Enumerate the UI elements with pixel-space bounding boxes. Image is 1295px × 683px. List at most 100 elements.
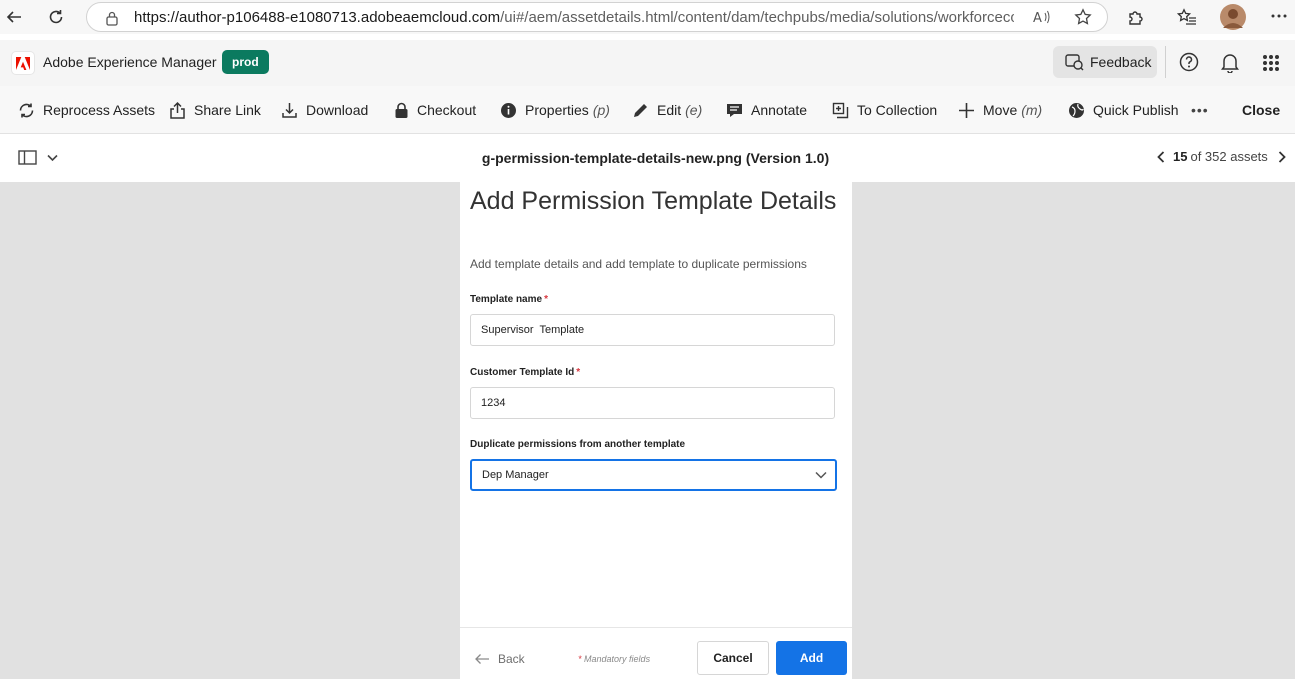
share-link-label: Share Link [194, 102, 261, 118]
browser-refresh-button[interactable] [42, 3, 70, 31]
info-icon [500, 102, 517, 119]
preview-image: Add Permission Template Details Add temp… [460, 182, 852, 679]
template-name-field: Supervisor Template [470, 314, 835, 346]
move-button[interactable]: Move (m) [958, 86, 1042, 134]
extensions-icon[interactable] [1127, 8, 1145, 26]
annotate-label: Annotate [751, 102, 808, 118]
download-icon [281, 101, 298, 119]
back-arrow-icon [5, 8, 23, 26]
lock-icon [394, 102, 409, 119]
quick-publish-button[interactable]: Quick Publish [1068, 86, 1179, 134]
required-marker: * [544, 294, 548, 305]
help-icon[interactable] [1179, 52, 1199, 72]
to-collection-button[interactable]: To Collection [832, 86, 937, 134]
duplicate-permissions-select: Dep Manager [470, 459, 837, 491]
customer-template-id-label-text: Customer Template Id [470, 367, 575, 378]
action-bar: Reprocess Assets Share Link Download Che… [0, 86, 1295, 134]
mandatory-note-text: Mandatory fields [584, 654, 651, 664]
template-name-label-text: Template name [470, 294, 543, 305]
feedback-button[interactable]: Feedback [1053, 46, 1157, 78]
collection-icon [832, 102, 849, 119]
back-label: Back [498, 652, 525, 666]
to-collection-label: To Collection [857, 102, 938, 118]
bell-icon[interactable] [1220, 51, 1240, 73]
adobe-logo-icon[interactable] [11, 51, 35, 75]
properties-button[interactable]: Properties (p) [500, 86, 610, 134]
url-host: https://author-p106488-e1080713.adobeaem… [134, 8, 501, 26]
edit-label: Edit [657, 102, 682, 118]
refresh-icon [47, 8, 65, 26]
chevron-left-icon[interactable] [1157, 150, 1165, 163]
mandatory-note: * Mandatory fields [578, 654, 650, 664]
more-actions-label: ••• [1191, 102, 1209, 118]
edit-button[interactable]: Edit (e) [632, 86, 702, 134]
feedback-icon [1064, 53, 1084, 71]
move-shortcut: (m) [1021, 102, 1043, 118]
more-actions-button[interactable]: ••• [1191, 86, 1209, 134]
required-marker: * [578, 654, 582, 664]
favorites-icon[interactable] [1177, 8, 1197, 26]
share-icon [169, 101, 186, 119]
browser-toolbar: https://author-p106488-e1080713.adobeaem… [0, 0, 1295, 34]
back-button: Back [474, 652, 525, 666]
chevron-right-icon[interactable] [1278, 150, 1286, 163]
download-label: Download [306, 102, 369, 118]
pencil-icon [632, 102, 649, 119]
share-link-button[interactable]: Share Link [169, 86, 261, 134]
close-label: Close [1242, 102, 1281, 118]
reprocess-assets-button[interactable]: Reprocess Assets [18, 86, 155, 134]
url-text: https://author-p106488-e1080713.adobeaem… [134, 9, 1014, 26]
globe-icon [1068, 102, 1085, 119]
asset-title: g-permission-template-details-new.png (V… [481, 150, 830, 166]
address-bar[interactable]: https://author-p106488-e1080713.adobeaem… [86, 2, 1108, 32]
avatar[interactable] [1220, 4, 1246, 30]
asset-pager: 15 of 352 assets [1157, 149, 1286, 164]
favorite-star-icon[interactable] [1074, 8, 1092, 26]
cancel-button: Cancel [697, 641, 769, 675]
svg-text:A: A [1033, 11, 1042, 25]
asset-index: 15 [1173, 149, 1188, 164]
close-button[interactable]: Close [1242, 86, 1280, 134]
asset-title-row: g-permission-template-details-new.png (V… [0, 134, 1295, 182]
more-icon[interactable] [1271, 14, 1287, 18]
template-name-label: Template name * [470, 294, 548, 305]
lock-icon [105, 10, 119, 26]
move-label: Move [983, 102, 1018, 118]
app-title[interactable]: Adobe Experience Manager [43, 54, 217, 70]
customer-template-id-label: Customer Template Id * [470, 367, 580, 378]
browser-back-button[interactable] [0, 3, 28, 31]
add-button: Add [776, 641, 847, 675]
apps-grid-icon[interactable] [1262, 54, 1280, 72]
url-path: /ui#/aem/assetdetails.html/content/dam/t… [500, 8, 1014, 26]
annotate-icon [726, 102, 743, 119]
form-title: Add Permission Template Details [470, 187, 837, 215]
edit-shortcut: (e) [685, 102, 703, 118]
move-icon [958, 102, 975, 119]
feedback-label: Feedback [1090, 54, 1152, 70]
reprocess-label: Reprocess Assets [43, 102, 156, 118]
download-button[interactable]: Download [281, 86, 368, 134]
quick-publish-label: Quick Publish [1093, 102, 1179, 118]
arrow-left-icon [474, 653, 490, 665]
properties-label: Properties [525, 102, 589, 118]
checkout-label: Checkout [417, 102, 477, 118]
chevron-down-icon [815, 471, 827, 479]
properties-shortcut: (p) [592, 102, 610, 118]
env-badge: prod [222, 50, 269, 74]
customer-template-id-field: 1234 [470, 387, 835, 419]
duplicate-permissions-label: Duplicate permissions from another templ… [470, 439, 686, 450]
reprocess-icon [18, 102, 35, 119]
customer-template-id-value: 1234 [481, 397, 506, 409]
checkout-button[interactable]: Checkout [394, 86, 476, 134]
aem-header: Adobe Experience Manager prod Feedback 9… [0, 40, 1295, 102]
template-name-value: Supervisor Template [481, 324, 585, 336]
form-subtitle: Add template details and add template to… [470, 257, 807, 271]
asset-preview: Add Permission Template Details Add temp… [0, 182, 1295, 679]
form-footer: Back * Mandatory fields Cancel Add [460, 627, 852, 679]
read-aloud-icon[interactable]: A [1033, 9, 1051, 25]
asset-total: of 352 assets [1190, 149, 1268, 164]
header-divider [1165, 46, 1166, 78]
duplicate-permissions-value: Dep Manager [482, 469, 549, 481]
annotate-button[interactable]: Annotate [726, 86, 807, 134]
required-marker: * [576, 367, 581, 378]
